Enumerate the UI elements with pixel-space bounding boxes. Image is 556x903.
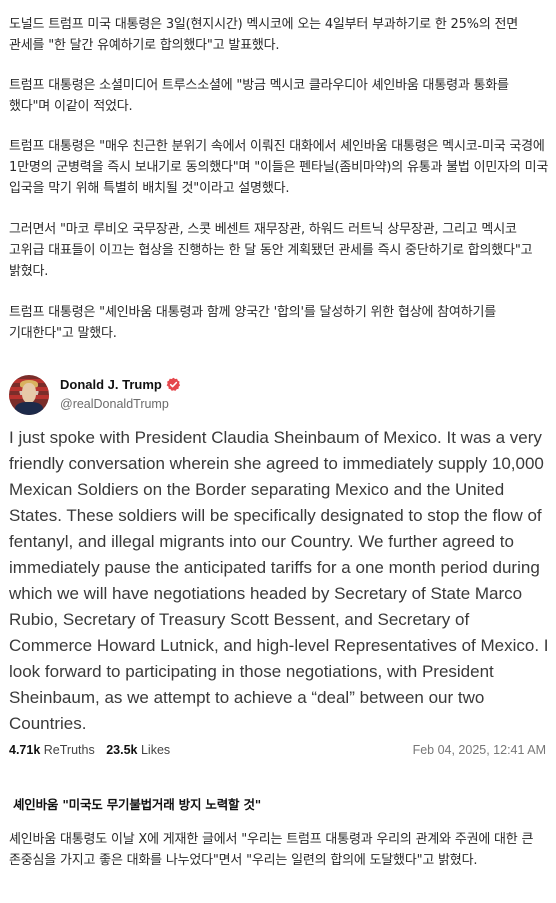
retruths-count: 4.71k: [9, 743, 41, 757]
article-paragraph-4: 그러면서 "마코 루비오 국무장관, 스콧 베센트 재무장관, 하워드 러트닉 …: [9, 222, 533, 279]
likes-count: 23.5k: [106, 743, 138, 757]
avatar[interactable]: [9, 375, 49, 415]
author-name[interactable]: Donald J. Trump: [60, 377, 162, 392]
article-paragraph-6: 셰인바움 대통령도 이날 X에 게재한 글에서 "우리는 트럼프 대통령과 우리…: [9, 832, 534, 868]
article-paragraph-3: 트럼프 대통령은 "매우 친근한 분위기 속에서 이뤄진 대화에서 셰인바움 대…: [9, 139, 549, 196]
post-date[interactable]: Feb 04, 2025, 12:41 AM: [413, 743, 546, 757]
article-paragraph-1: 도널드 트럼프 미국 대통령은 3일(현지시간) 멕시코에 오는 4일부터 부과…: [9, 17, 519, 53]
likes-label[interactable]: Likes: [141, 743, 170, 757]
article-paragraph-2: 트럼프 대통령은 소셜미디어 트루스소셜에 "방금 멕시코 클라우디아 셰인바움…: [9, 78, 509, 114]
embedded-truth-social-post[interactable]: Donald J. Trump @realDonaldTrump I just …: [0, 356, 556, 774]
author-handle[interactable]: @realDonaldTrump: [60, 397, 169, 411]
article-paragraph-5: 트럼프 대통령은 "셰인바움 대통령과 함께 양국간 '합의'를 달성하기 위한…: [9, 305, 496, 341]
article-subheading: 셰인바움 "미국도 무기불법거래 방지 노력할 것": [13, 797, 262, 812]
verified-badge-icon: [166, 377, 181, 391]
retruths-label[interactable]: ReTruths: [44, 743, 95, 757]
post-body: I just spoke with President Claudia Shei…: [9, 428, 549, 733]
post-stats: 4.71k ReTruths 23.5k Likes: [9, 743, 170, 757]
